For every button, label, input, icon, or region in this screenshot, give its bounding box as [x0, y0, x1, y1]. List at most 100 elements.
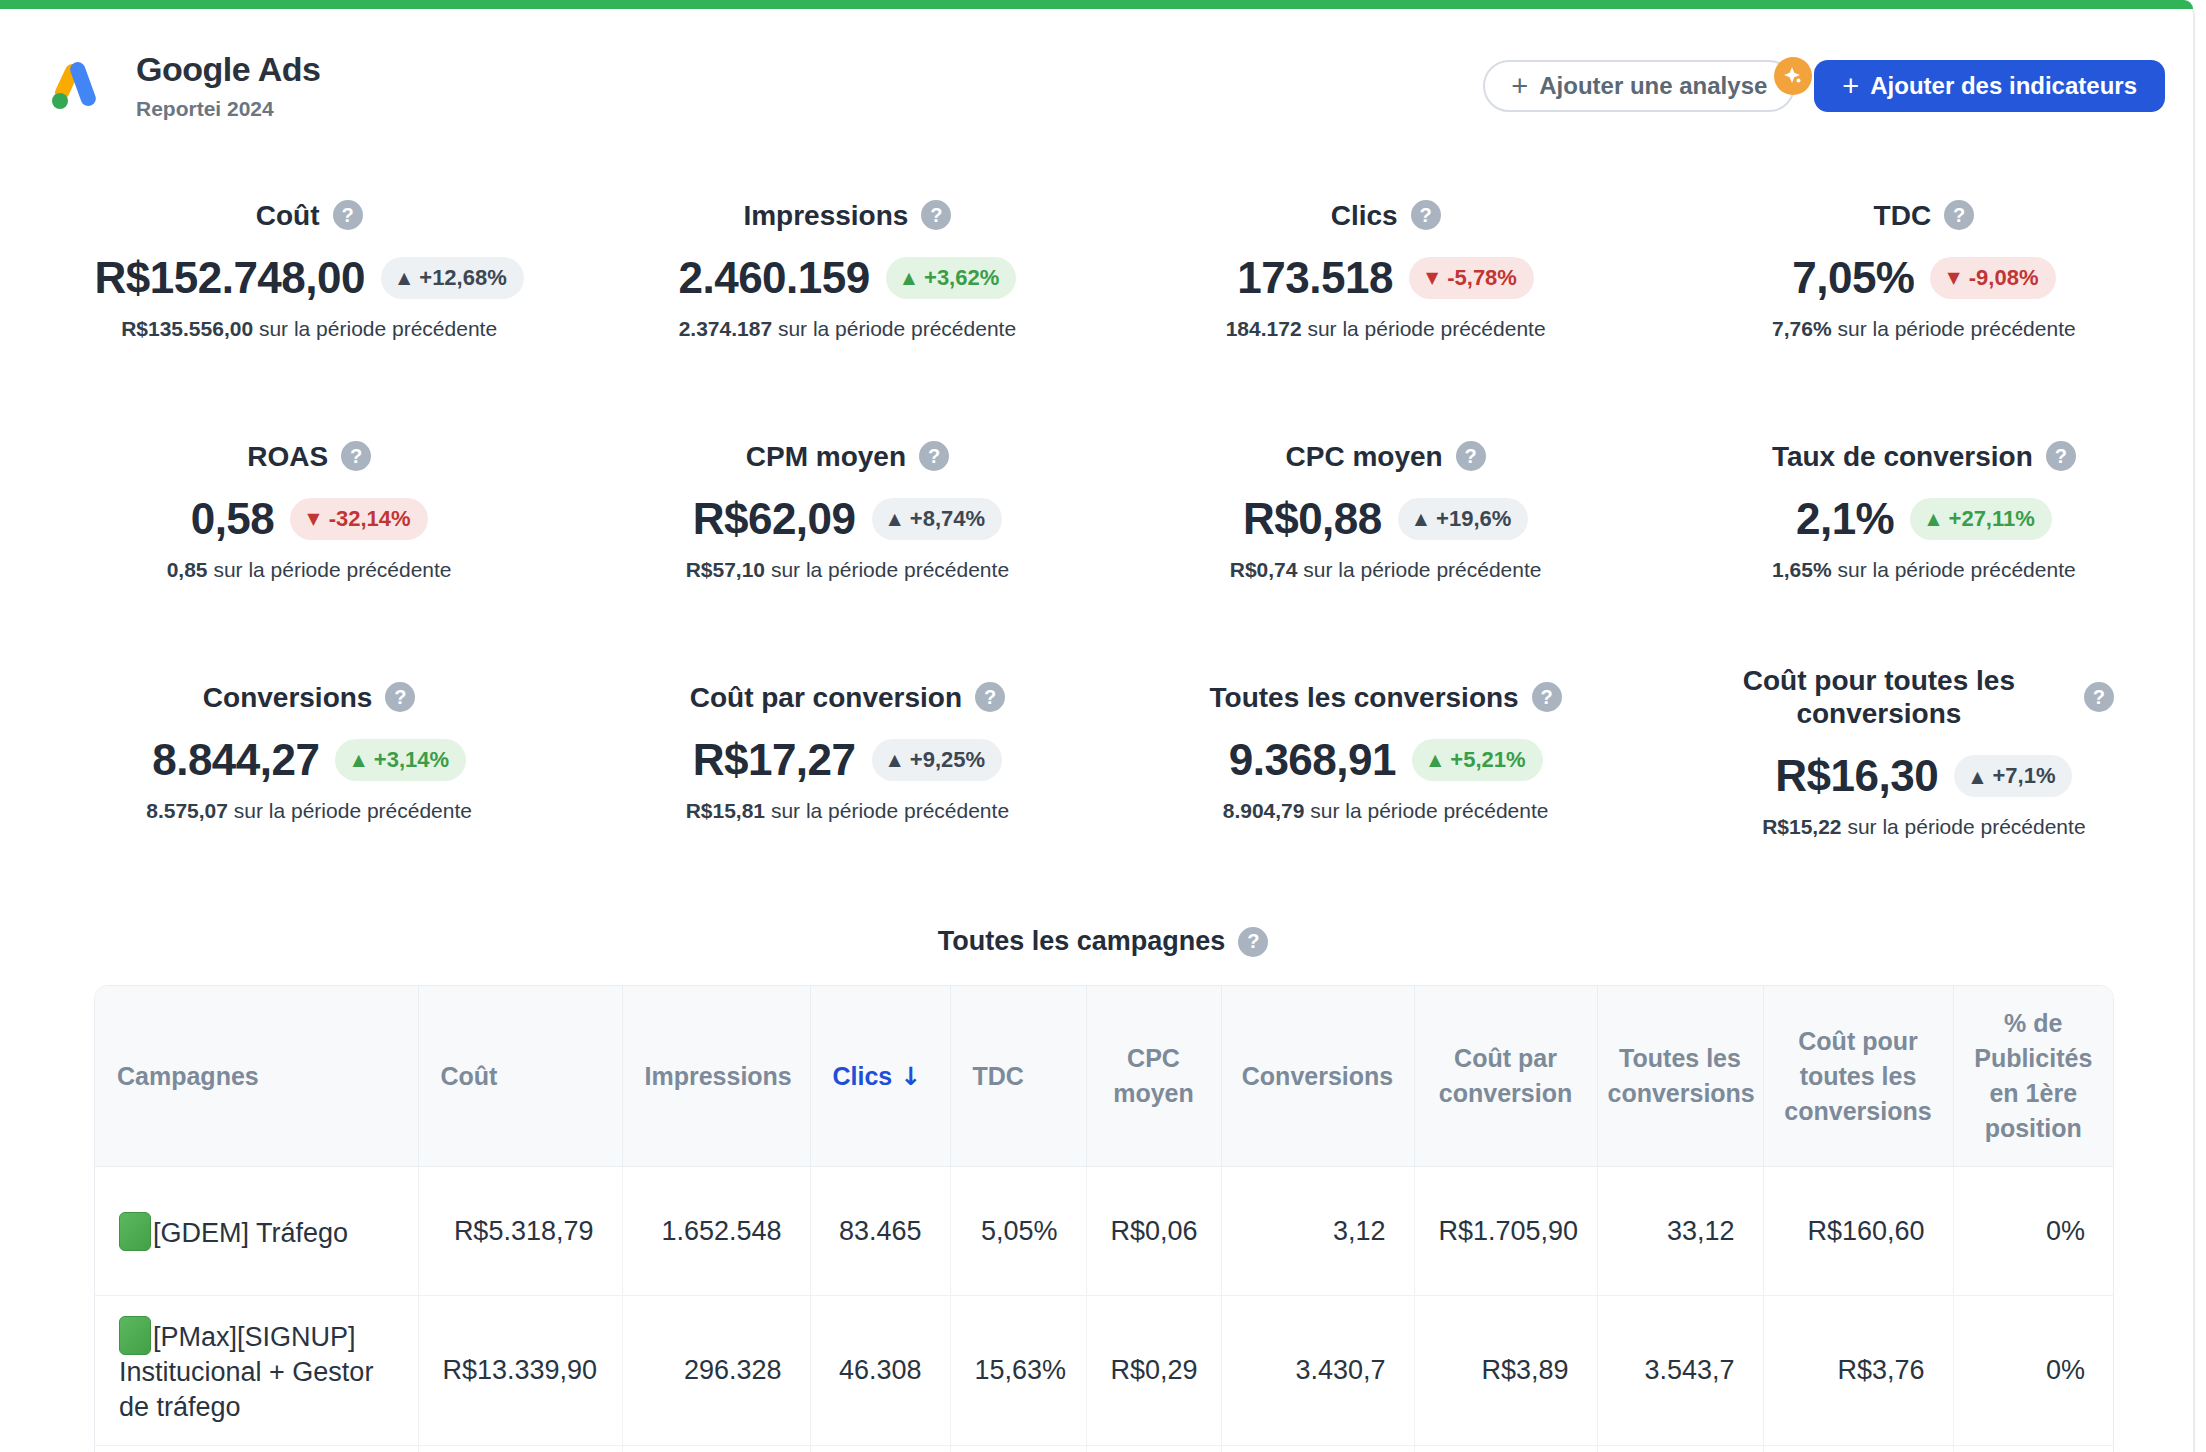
column-header[interactable]: Clics↓	[810, 986, 950, 1167]
help-icon[interactable]: ?	[1411, 200, 1441, 230]
kpi-previous-period: 0,85 sur la période précédente	[167, 558, 452, 582]
help-icon[interactable]: ?	[1944, 200, 1974, 230]
kpi-previous-period: R$135.556,00 sur la période précédente	[121, 317, 497, 341]
metric-cell: R$13.339,90	[418, 1296, 622, 1446]
google-ads-report-card: Google Ads Reportei 2024 + Ajouter une a…	[0, 0, 2195, 1452]
kpi-label: Toutes les conversions	[1210, 681, 1519, 714]
kpi-delta-badge: ▼ -5,78%	[1409, 257, 1534, 299]
page-subtitle: Reportei 2024	[136, 97, 321, 121]
trend-arrow-icon: ▲	[398, 268, 410, 287]
trend-arrow-icon: ▼	[1426, 268, 1438, 287]
kpi-delta-badge: ▲ +12,68%	[381, 257, 524, 299]
metric-cell: 296.328	[622, 1296, 810, 1446]
trend-arrow-icon: ▲	[889, 750, 901, 769]
help-icon[interactable]: ?	[1456, 441, 1486, 471]
metric-cell: 3.430,7	[1221, 1296, 1414, 1446]
kpi-label: Clics	[1331, 199, 1398, 232]
trend-arrow-icon: ▼	[307, 509, 319, 528]
metric-cell: 1.652.548	[622, 1167, 810, 1296]
kpi-previous-period: 8.575,07 sur la période précédente	[146, 799, 472, 823]
column-header[interactable]: % de Publicités en 1ère position	[1953, 986, 2113, 1167]
kpi-card: Clics ? 173.518 ▼ -5,78% 184.172 sur la …	[1117, 149, 1655, 390]
metric-cell	[1597, 1446, 1763, 1452]
campaign-row	[95, 1446, 2113, 1452]
column-header[interactable]: Impressions	[622, 986, 810, 1167]
campaign-color-swatch-icon	[119, 1316, 151, 1355]
column-header[interactable]: Coût par conversion	[1414, 986, 1597, 1167]
kpi-card: TDC ? 7,05% ▼ -9,08% 7,76% sur la périod…	[1655, 149, 2193, 390]
help-icon[interactable]: ?	[341, 441, 371, 471]
column-header[interactable]: Conversions	[1221, 986, 1414, 1167]
kpi-delta-badge: ▲ +19,6%	[1398, 498, 1529, 540]
column-header[interactable]: TDC	[950, 986, 1086, 1167]
metric-cell	[1953, 1446, 2113, 1452]
metric-cell	[622, 1446, 810, 1452]
campaigns-section-title: Toutes les campagnes ?	[40, 926, 2166, 957]
help-icon[interactable]: ?	[919, 441, 949, 471]
help-icon[interactable]: ?	[975, 682, 1005, 712]
column-header[interactable]: Campagnes	[95, 986, 418, 1167]
kpi-value: R$0,88	[1243, 494, 1382, 544]
trend-arrow-icon: ▲	[1429, 750, 1441, 769]
kpi-value: 8.844,27	[152, 735, 319, 785]
help-icon[interactable]: ?	[385, 682, 415, 712]
trend-arrow-icon: ▲	[889, 509, 901, 528]
help-icon[interactable]: ?	[1532, 682, 1562, 712]
kpi-previous-period: 184.172 sur la période précédente	[1226, 317, 1546, 341]
trend-arrow-icon: ▼	[1947, 268, 1959, 287]
campaign-name-cell: [GDEM] Tráfego	[95, 1167, 418, 1296]
help-icon[interactable]: ?	[1238, 927, 1268, 957]
kpi-previous-period: 1,65% sur la période précédente	[1772, 558, 2076, 582]
metric-cell: R$0,06	[1086, 1167, 1221, 1296]
kpi-card: Impressions ? 2.460.159 ▲ +3,62% 2.374.1…	[578, 149, 1116, 390]
metric-cell: R$0,29	[1086, 1296, 1221, 1446]
add-indicators-button[interactable]: + Ajouter des indicateurs	[1814, 60, 2165, 112]
kpi-value: R$152.748,00	[95, 253, 365, 303]
report-header: Google Ads Reportei 2024 + Ajouter une a…	[40, 50, 2193, 121]
metric-cell: R$3,89	[1414, 1296, 1597, 1446]
metric-cell: 5,05%	[950, 1167, 1086, 1296]
metric-cell: R$5.318,79	[418, 1167, 622, 1296]
help-icon[interactable]: ?	[2084, 682, 2114, 712]
kpi-value: R$16,30	[1775, 751, 1938, 801]
column-header[interactable]: CPC moyen	[1086, 986, 1221, 1167]
kpi-label: Taux de conversion	[1772, 440, 2033, 473]
kpi-card: Coût pour toutes les conversions ? R$16,…	[1655, 631, 2193, 872]
metric-cell	[418, 1446, 622, 1452]
kpi-delta-badge: ▼ -32,14%	[290, 498, 427, 540]
kpi-value: R$62,09	[693, 494, 856, 544]
kpi-delta-badge: ▲ +3,14%	[335, 739, 466, 781]
kpi-previous-period: R$57,10 sur la période précédente	[686, 558, 1009, 582]
column-header[interactable]: Coût pour toutes les conversions	[1763, 986, 1953, 1167]
kpi-card: ROAS ? 0,58 ▼ -32,14% 0,85 sur la périod…	[40, 390, 578, 631]
kpi-label: CPC moyen	[1286, 440, 1443, 473]
kpi-label: Coût pour toutes les conversions	[1734, 664, 2024, 730]
metric-cell: 0%	[1953, 1167, 2113, 1296]
metric-cell: R$1.705,90	[1414, 1167, 1597, 1296]
kpi-label: Impressions	[743, 199, 908, 232]
premium-star-icon	[1774, 57, 1812, 95]
kpi-card: Taux de conversion ? 2,1% ▲ +27,11% 1,65…	[1655, 390, 2193, 631]
kpi-label: Coût par conversion	[690, 681, 962, 714]
metric-cell: 3,12	[1221, 1167, 1414, 1296]
help-icon[interactable]: ?	[2046, 441, 2076, 471]
trend-arrow-icon: ▲	[903, 268, 915, 287]
trend-arrow-icon: ▲	[1415, 509, 1427, 528]
kpi-value: 9.368,91	[1229, 735, 1396, 785]
kpi-card: CPM moyen ? R$62,09 ▲ +8,74% R$57,10 sur…	[578, 390, 1116, 631]
kpi-label: Conversions	[203, 681, 373, 714]
kpi-value: 2.460.159	[678, 253, 869, 303]
kpi-delta-badge: ▲ +5,21%	[1412, 739, 1543, 781]
help-icon[interactable]: ?	[921, 200, 951, 230]
metric-cell	[1763, 1446, 1953, 1452]
plus-icon: +	[1842, 70, 1859, 103]
kpi-value: 0,58	[191, 494, 275, 544]
column-header[interactable]: Coût	[418, 986, 622, 1167]
metric-cell: 15,63%	[950, 1296, 1086, 1446]
kpi-card: Toutes les conversions ? 9.368,91 ▲ +5,2…	[1117, 631, 1655, 872]
add-analysis-button[interactable]: + Ajouter une analyse	[1483, 60, 1795, 112]
metric-cell: 83.465	[810, 1167, 950, 1296]
kpi-previous-period: 8.904,79 sur la période précédente	[1223, 799, 1549, 823]
help-icon[interactable]: ?	[333, 200, 363, 230]
column-header[interactable]: Toutes les conversions	[1597, 986, 1763, 1167]
